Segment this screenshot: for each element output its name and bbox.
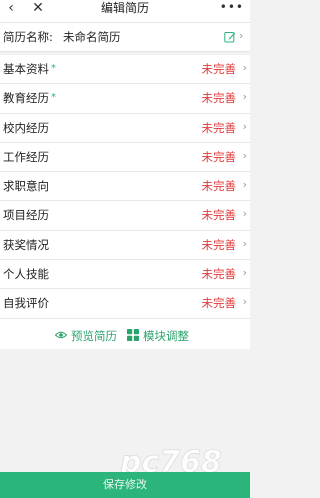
chevron-right-icon: ›	[242, 266, 247, 280]
section-status: 未完善	[201, 208, 237, 223]
chevron-right-icon: ›	[242, 207, 247, 221]
section-label: 获奖情况	[3, 238, 49, 252]
grid-icon	[127, 329, 139, 341]
section-row[interactable]: 个人技能 未完善 ›	[0, 260, 250, 290]
section-label: 自我评价	[3, 296, 49, 310]
section-label-text: 基本资料	[3, 62, 49, 76]
back-icon[interactable]: ‹	[4, 0, 18, 18]
section-row[interactable]: 求职意向 未完善 ›	[0, 172, 250, 202]
top-bar: ‹ ✕ 编辑简历 •••	[0, 0, 250, 22]
required-marker: *	[51, 63, 56, 74]
chevron-right-icon: ›	[242, 148, 247, 162]
save-button-label: 保存修改	[103, 478, 147, 491]
chevron-right-icon: ›	[242, 236, 247, 250]
section-label-text: 教育经历	[3, 91, 49, 106]
pencil-icon[interactable]	[224, 31, 236, 43]
chevron-right-icon: ›	[242, 61, 247, 74]
section-label-text: 个人技能	[3, 267, 49, 282]
page-title: 编辑简历	[100, 1, 149, 15]
section-label: 基本资料 *	[3, 62, 56, 76]
section-status: 未完善	[201, 91, 237, 106]
section-label-text: 校内经历	[3, 120, 49, 135]
section-row[interactable]: 获奖情况 未完善 ›	[0, 230, 250, 261]
section-row[interactable]: 工作经历 未完善 ›	[0, 142, 250, 173]
section-label: 求职意向	[3, 179, 49, 193]
section-row[interactable]: 校内经历 未完善 ›	[0, 113, 250, 143]
section-label: 教育经历 *	[3, 91, 56, 105]
module-adjust-label: 模块调整	[143, 329, 189, 343]
section-label-text: 获奖情况	[3, 237, 49, 252]
section-status: 未完善	[201, 267, 237, 282]
resume-edit-page: ‹ ✕ 编辑简历 ••• 简历名称: 未命名简历 › 基本资料 * 未完善 › 教育经历…	[0, 0, 250, 498]
section-row[interactable]: 自我评价 未完善 ›	[0, 289, 250, 319]
section-label: 项目经历	[3, 208, 49, 222]
section-row[interactable]: 基本资料 * 未完善 ›	[0, 55, 250, 85]
section-label: 个人技能	[3, 267, 49, 281]
chevron-right-icon: ›	[242, 90, 247, 104]
section-status: 未完善	[201, 179, 237, 194]
section-row[interactable]: 教育经历 * 未完善 ›	[0, 84, 250, 114]
resume-name-row[interactable]: 简历名称: 未命名简历 ›	[0, 22, 250, 52]
section-status: 未完善	[201, 296, 237, 311]
chevron-right-icon: ›	[239, 29, 244, 42]
chevron-right-icon: ›	[242, 119, 247, 133]
resume-name-label: 简历名称:	[3, 30, 53, 44]
section-label-text: 工作经历	[3, 149, 49, 164]
chevron-right-icon: ›	[242, 295, 247, 309]
more-menu-icon[interactable]: •••	[220, 0, 244, 18]
section-status: 未完善	[201, 62, 237, 76]
section-label-text: 求职意向	[3, 179, 49, 194]
preview-resume-label: 预览简历	[71, 329, 117, 343]
required-marker: *	[51, 92, 56, 104]
section-label-text: 项目经历	[3, 208, 49, 223]
resume-name-value[interactable]: 未命名简历	[63, 30, 121, 44]
action-bar: 预览简历 模块调整	[0, 323, 250, 349]
close-icon[interactable]: ✕	[30, 0, 46, 18]
eye-icon	[55, 331, 67, 339]
save-button[interactable]: 保存修改	[0, 472, 250, 498]
section-label: 工作经历	[3, 150, 49, 164]
section-status: 未完善	[201, 120, 237, 135]
chevron-right-icon: ›	[242, 178, 247, 192]
section-status: 未完善	[201, 237, 237, 252]
section-label-text: 自我评价	[3, 296, 49, 311]
section-status: 未完善	[201, 149, 237, 164]
section-list: 基本资料 * 未完善 › 教育经历 * 未完善 › 校内经历 未完善 › 工作经历 未完善 › 求职意向 未完…	[0, 55, 250, 348]
section-row[interactable]: 项目经历 未完善 ›	[0, 201, 250, 231]
section-label: 校内经历	[3, 121, 49, 135]
